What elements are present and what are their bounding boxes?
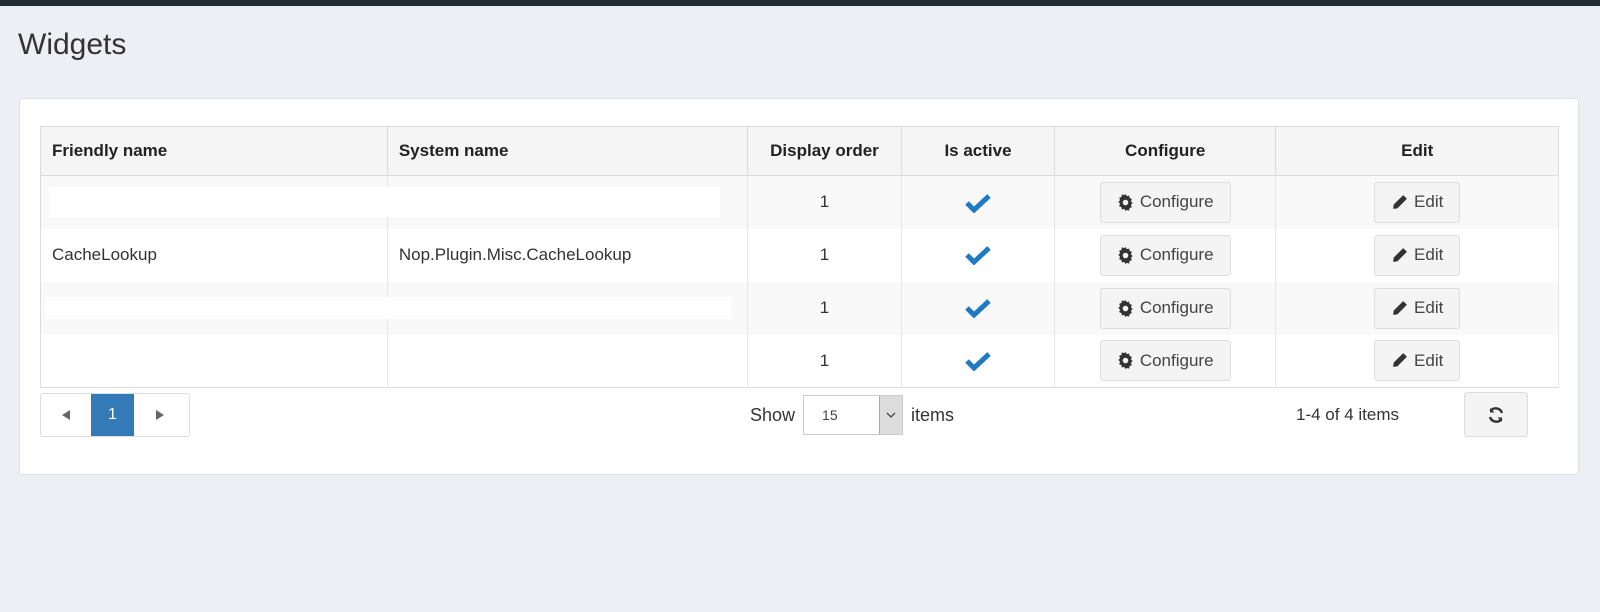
items-label: items — [911, 404, 955, 425]
gear-icon — [1118, 193, 1133, 211]
friendly-name-cell — [40, 281, 388, 335]
edit-cell: Edit — [1275, 281, 1559, 335]
edit-cell: Edit — [1275, 334, 1559, 388]
table-header-row: Friendly name System name Display order … — [40, 126, 1559, 176]
column-header-configure: Configure — [1054, 126, 1277, 176]
is-active-cell — [901, 175, 1056, 229]
show-label: Show — [750, 404, 796, 425]
friendly-name-cell — [40, 175, 388, 229]
check-icon — [965, 299, 991, 319]
edit-cell: Edit — [1275, 228, 1559, 282]
top-navbar — [0, 0, 1600, 6]
redacted-area — [49, 187, 388, 217]
widgets-table: Friendly name System name Display order … — [40, 126, 1559, 388]
table-row: CacheLookup Nop.Plugin.Misc.CacheLookup … — [40, 228, 1559, 282]
configure-button[interactable]: Configure — [1099, 181, 1231, 223]
system-name-cell — [387, 175, 748, 229]
page-size-value: 15 — [822, 407, 838, 423]
caret-left-icon — [61, 410, 70, 420]
edit-button[interactable]: Edit — [1374, 340, 1461, 382]
display-order-cell: 1 — [747, 334, 902, 388]
page-size-select[interactable]: 15 — [803, 395, 904, 435]
page-title: Widgets — [18, 28, 127, 61]
chevron-down-icon[interactable] — [879, 396, 903, 434]
is-active-cell — [901, 228, 1056, 282]
gear-icon — [1118, 246, 1133, 264]
refresh-button[interactable] — [1464, 392, 1528, 437]
system-name-cell: Nop.Plugin.Misc.CacheLookup — [387, 228, 748, 282]
configure-cell: Configure — [1054, 281, 1277, 335]
pencil-icon — [1393, 247, 1407, 262]
display-order-cell: 1 — [747, 228, 902, 282]
display-order-cell: 1 — [747, 175, 902, 229]
edit-button[interactable]: Edit — [1374, 287, 1461, 329]
display-order-cell: 1 — [747, 281, 902, 335]
check-icon — [965, 193, 991, 213]
edit-button[interactable]: Edit — [1374, 234, 1461, 276]
page-button-current[interactable]: 1 — [91, 394, 134, 436]
friendly-name-cell: CacheLookup — [40, 228, 388, 282]
check-icon — [965, 246, 991, 266]
column-header-is-active[interactable]: Is active — [901, 126, 1056, 176]
edit-cell: Edit — [1275, 175, 1559, 229]
column-header-friendly-name[interactable]: Friendly name — [40, 126, 388, 176]
caret-right-icon — [155, 410, 164, 420]
redacted-area — [387, 296, 731, 319]
redacted-area — [45, 296, 388, 319]
pencil-icon — [1393, 194, 1407, 209]
configure-button[interactable]: Configure — [1099, 340, 1231, 382]
items-range-info: 1-4 of 4 items — [1296, 405, 1399, 424]
system-name-cell — [387, 281, 748, 335]
gear-icon — [1118, 352, 1133, 370]
previous-page-button[interactable] — [41, 394, 91, 436]
redacted-area — [387, 187, 720, 217]
is-active-cell — [901, 334, 1056, 388]
check-icon — [965, 352, 991, 371]
page-size-control: Show 15 items — [750, 395, 954, 435]
table-row: 1 Configure Edit — [40, 281, 1559, 335]
column-header-system-name[interactable]: System name — [387, 126, 748, 176]
edit-button[interactable]: Edit — [1374, 181, 1461, 223]
configure-cell: Configure — [1054, 175, 1277, 229]
refresh-icon — [1488, 406, 1504, 423]
table-row: 1 Configure Edit — [40, 175, 1559, 229]
widgets-panel: Friendly name System name Display order … — [19, 98, 1579, 475]
column-header-display-order[interactable]: Display order — [747, 126, 902, 176]
pencil-icon — [1393, 353, 1407, 368]
configure-cell: Configure — [1054, 334, 1277, 388]
table-row: 1 Configure Edit — [40, 334, 1559, 388]
pagination: 1 — [40, 393, 190, 437]
column-header-edit: Edit — [1275, 126, 1559, 176]
configure-button[interactable]: Configure — [1099, 287, 1231, 329]
gear-icon — [1118, 299, 1133, 317]
friendly-name-cell — [40, 334, 388, 388]
pencil-icon — [1393, 300, 1407, 315]
next-page-button[interactable] — [134, 394, 184, 436]
is-active-cell — [901, 281, 1056, 335]
configure-cell: Configure — [1054, 228, 1277, 282]
configure-button[interactable]: Configure — [1099, 234, 1231, 276]
system-name-cell — [387, 334, 748, 388]
